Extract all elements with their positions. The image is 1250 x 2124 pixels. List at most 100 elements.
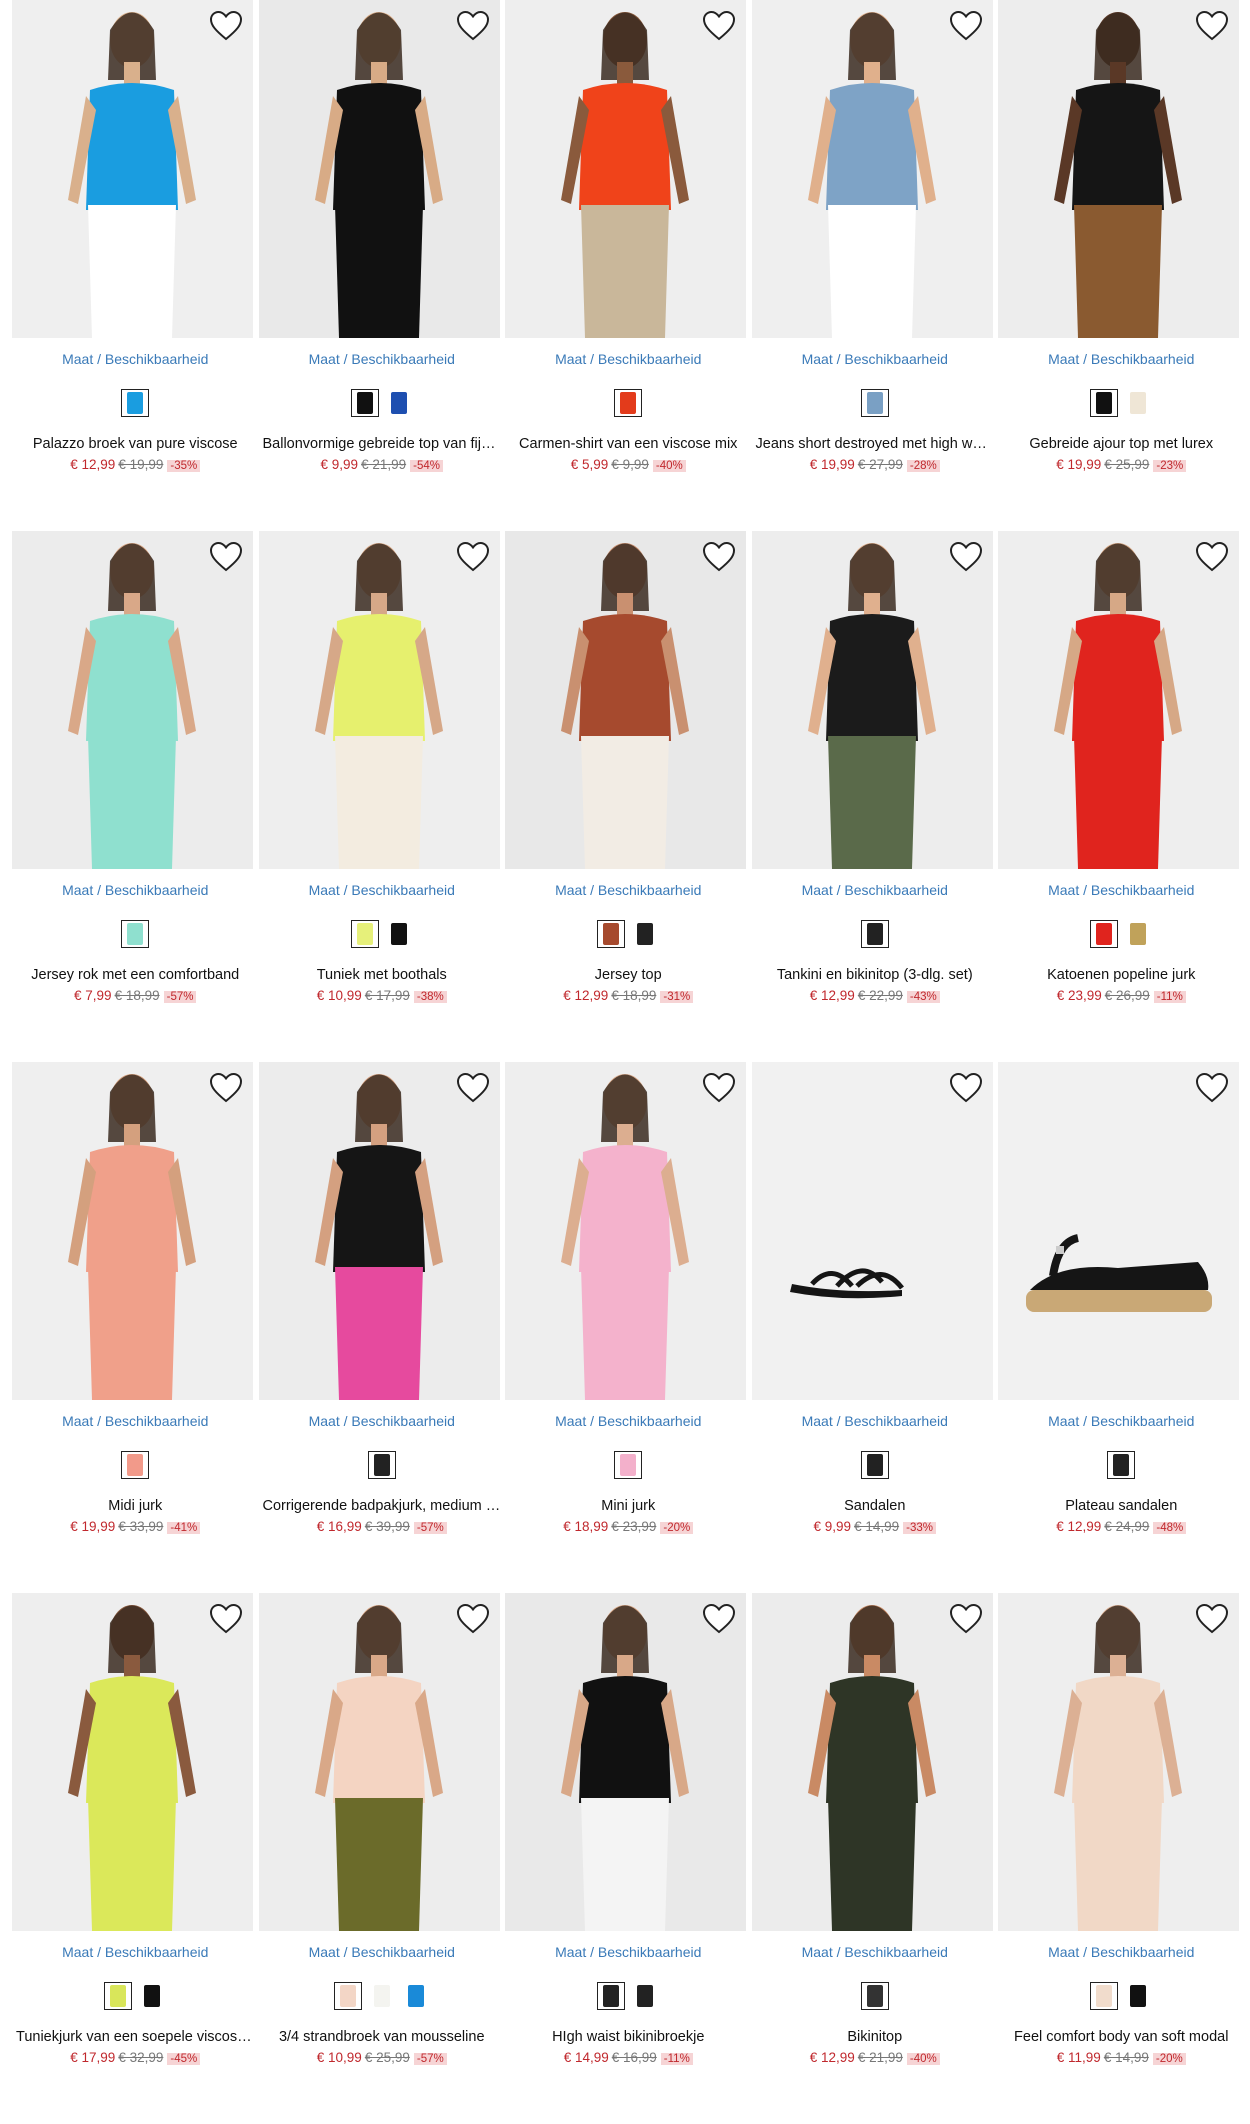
wishlist-heart-icon[interactable] <box>702 1072 736 1104</box>
size-availability-link[interactable]: Maat / Beschikbaarheid <box>259 881 506 899</box>
color-swatch[interactable] <box>1124 1982 1152 2010</box>
color-swatch[interactable] <box>350 920 379 948</box>
size-availability-link[interactable]: Maat / Beschikbaarheid <box>12 350 259 368</box>
product-name[interactable]: 3/4 strandbroek van mousseline <box>259 2027 506 2047</box>
wishlist-heart-icon[interactable] <box>702 10 736 42</box>
product-card[interactable]: Maat / Beschikbaarheid Jersey top € 12,99 €… <box>505 531 752 1006</box>
size-availability-link[interactable]: Maat / Beschikbaarheid <box>505 1412 752 1430</box>
product-card[interactable]: Maat / Beschikbaarheid Ballonvormige gebr… <box>258 0 506 475</box>
product-card[interactable]: Maat / Beschikbaarheid Sandalen € 9,99 € 14… <box>751 1062 999 1537</box>
product-image[interactable] <box>258 0 500 338</box>
product-image[interactable] <box>12 531 253 869</box>
wishlist-heart-icon[interactable] <box>1195 1072 1229 1104</box>
product-name[interactable]: Jeans short destroyed met high waist <box>752 434 999 454</box>
product-name[interactable]: Jersey rok met een comfortband <box>12 965 259 985</box>
product-image[interactable] <box>12 0 253 338</box>
color-swatch[interactable] <box>368 1982 396 2010</box>
product-card[interactable]: Maat / Beschikbaarheid Mini jurk € 18,99 € … <box>505 1062 752 1537</box>
product-card[interactable]: Maat / Beschikbaarheid Bikinitop € 12,99 € … <box>751 1593 999 2068</box>
wishlist-heart-icon[interactable] <box>456 10 490 42</box>
product-image[interactable] <box>751 0 993 338</box>
product-image[interactable] <box>505 531 746 869</box>
size-availability-link[interactable]: Maat / Beschikbaarheid <box>998 1412 1245 1430</box>
product-name[interactable]: Midi jurk <box>12 1496 259 1516</box>
product-card[interactable]: Maat / Beschikbaarheid HIgh waist bikinib… <box>505 1593 752 2068</box>
color-swatch[interactable] <box>614 389 643 417</box>
color-swatch[interactable] <box>1090 920 1119 948</box>
product-image[interactable] <box>505 1062 746 1400</box>
product-image[interactable] <box>998 1062 1239 1400</box>
color-swatch[interactable] <box>631 1982 659 2010</box>
color-swatch[interactable] <box>350 389 379 417</box>
product-image[interactable] <box>505 0 746 338</box>
product-image[interactable] <box>258 1593 500 1931</box>
product-card[interactable]: Maat / Beschikbaarheid Tuniekjurk van een… <box>12 1593 259 2068</box>
product-name[interactable]: Mini jurk <box>505 1496 752 1516</box>
color-swatch[interactable] <box>138 1982 166 2010</box>
product-image[interactable] <box>12 1593 253 1931</box>
size-availability-link[interactable]: Maat / Beschikbaarheid <box>505 1943 752 1961</box>
product-image[interactable] <box>751 1593 993 1931</box>
color-swatch[interactable] <box>1124 389 1152 417</box>
color-swatch[interactable] <box>402 1982 430 2010</box>
size-availability-link[interactable]: Maat / Beschikbaarheid <box>998 881 1245 899</box>
color-swatch[interactable] <box>860 1982 889 2010</box>
color-swatch[interactable] <box>860 1451 889 1479</box>
product-name[interactable]: Katoenen popeline jurk <box>998 965 1245 985</box>
color-swatch[interactable] <box>631 920 659 948</box>
color-swatch[interactable] <box>614 1451 643 1479</box>
wishlist-heart-icon[interactable] <box>209 1072 243 1104</box>
product-image[interactable] <box>258 531 500 869</box>
product-name[interactable]: Bikinitop <box>752 2027 999 2047</box>
product-card[interactable]: Maat / Beschikbaarheid Katoenen popeline … <box>998 531 1245 1006</box>
wishlist-heart-icon[interactable] <box>1195 541 1229 573</box>
color-swatch[interactable] <box>385 920 413 948</box>
wishlist-heart-icon[interactable] <box>456 541 490 573</box>
product-card[interactable]: Maat / Beschikbaarheid 3/4 strandbroek va… <box>258 1593 506 2068</box>
product-name[interactable]: Tankini en bikinitop (3-dlg. set) <box>752 965 999 985</box>
product-name[interactable]: Plateau sandalen <box>998 1496 1245 1516</box>
product-card[interactable]: Maat / Beschikbaarheid Plateau sandalen € … <box>998 1062 1245 1537</box>
product-image[interactable] <box>12 1062 253 1400</box>
product-name[interactable]: Jersey top <box>505 965 752 985</box>
size-availability-link[interactable]: Maat / Beschikbaarheid <box>998 1943 1245 1961</box>
product-name[interactable]: Feel comfort body van soft modal <box>998 2027 1245 2047</box>
color-swatch[interactable] <box>385 389 413 417</box>
wishlist-heart-icon[interactable] <box>949 10 983 42</box>
wishlist-heart-icon[interactable] <box>209 1603 243 1635</box>
product-card[interactable]: Maat / Beschikbaarheid Jeans short destro… <box>751 0 999 475</box>
product-card[interactable]: Maat / Beschikbaarheid Carmen-shirt van e… <box>505 0 752 475</box>
wishlist-heart-icon[interactable] <box>949 1603 983 1635</box>
size-availability-link[interactable]: Maat / Beschikbaarheid <box>752 1943 999 1961</box>
product-card[interactable]: Maat / Beschikbaarheid Midi jurk € 19,99 € … <box>12 1062 259 1537</box>
product-image[interactable] <box>998 0 1239 338</box>
size-availability-link[interactable]: Maat / Beschikbaarheid <box>505 881 752 899</box>
product-name[interactable]: Corrigerende badpakjurk, medium shape <box>259 1496 506 1516</box>
product-name[interactable]: Palazzo broek van pure viscose <box>12 434 259 454</box>
product-card[interactable]: Maat / Beschikbaarheid Gebreide ajour top… <box>998 0 1245 475</box>
product-name[interactable]: Gebreide ajour top met lurex <box>998 434 1245 454</box>
product-image[interactable] <box>258 1062 500 1400</box>
product-image[interactable] <box>751 531 993 869</box>
color-swatch[interactable] <box>121 389 150 417</box>
wishlist-heart-icon[interactable] <box>456 1072 490 1104</box>
color-swatch[interactable] <box>1090 1982 1119 2010</box>
product-name[interactable]: Sandalen <box>752 1496 999 1516</box>
size-availability-link[interactable]: Maat / Beschikbaarheid <box>12 881 259 899</box>
color-swatch[interactable] <box>860 920 889 948</box>
wishlist-heart-icon[interactable] <box>949 541 983 573</box>
size-availability-link[interactable]: Maat / Beschikbaarheid <box>259 350 506 368</box>
product-card[interactable]: Maat / Beschikbaarheid Corrigerende badpa… <box>258 1062 506 1537</box>
color-swatch[interactable] <box>1090 389 1119 417</box>
color-swatch[interactable] <box>333 1982 362 2010</box>
wishlist-heart-icon[interactable] <box>209 10 243 42</box>
color-swatch[interactable] <box>121 1451 150 1479</box>
product-name[interactable]: Tuniek met boothals <box>259 965 506 985</box>
size-availability-link[interactable]: Maat / Beschikbaarheid <box>752 1412 999 1430</box>
wishlist-heart-icon[interactable] <box>1195 1603 1229 1635</box>
product-image[interactable] <box>998 1593 1239 1931</box>
product-image[interactable] <box>998 531 1239 869</box>
size-availability-link[interactable]: Maat / Beschikbaarheid <box>12 1412 259 1430</box>
color-swatch[interactable] <box>1124 920 1152 948</box>
color-swatch[interactable] <box>121 920 150 948</box>
